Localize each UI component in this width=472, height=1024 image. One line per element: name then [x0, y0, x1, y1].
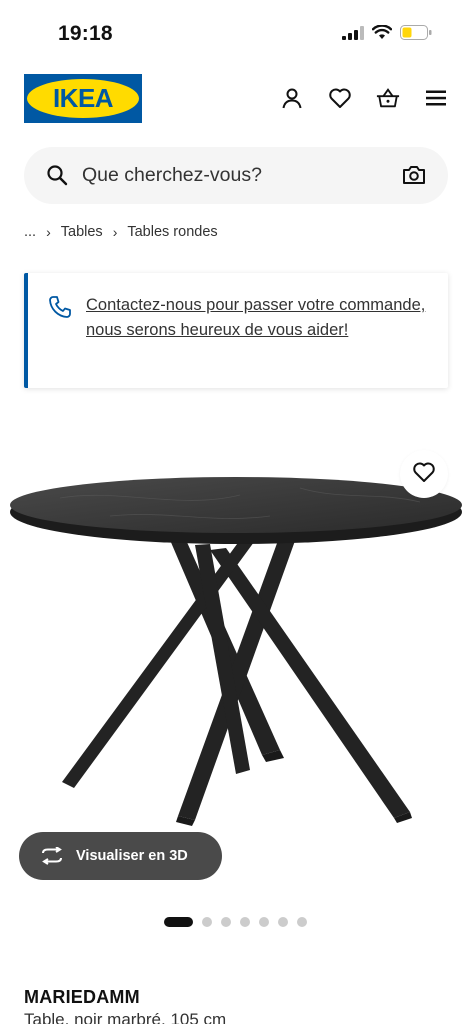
carousel-dots [164, 917, 307, 927]
carousel-dot[interactable] [221, 917, 231, 927]
product-description: Table, noir marbré, 105 cm [24, 1010, 227, 1024]
chevron-right-icon: › [46, 224, 51, 240]
signal-icon [342, 25, 364, 45]
wifi-icon [371, 24, 393, 45]
carousel-dot[interactable] [202, 917, 212, 927]
view-3d-button[interactable]: Visualiser en 3D [19, 832, 222, 880]
status-icons [342, 24, 432, 45]
product-name: MARIEDAMM [24, 987, 140, 1007]
heart-icon[interactable] [328, 86, 352, 110]
chevron-right-icon: › [112, 224, 118, 240]
carousel-dot[interactable] [297, 917, 307, 927]
breadcrumb-tables-rondes[interactable]: Tables rondes [127, 224, 217, 240]
header-icons [280, 86, 448, 110]
carousel-dot[interactable] [259, 917, 269, 927]
breadcrumb-tables[interactable]: Tables [61, 224, 103, 240]
rotate-3d-icon [42, 847, 62, 865]
account-icon[interactable] [280, 86, 304, 110]
phone-icon [48, 295, 72, 324]
status-bar: 19:18 [0, 0, 472, 70]
svg-text:IKEA: IKEA [53, 83, 114, 113]
basket-icon[interactable] [376, 86, 400, 110]
carousel-dot[interactable] [278, 917, 288, 927]
status-time: 19:18 [58, 22, 113, 45]
search-bar [24, 147, 448, 204]
product-image[interactable] [0, 440, 472, 860]
breadcrumb: ... › Tables › Tables rondes [24, 224, 218, 240]
menu-icon[interactable] [424, 86, 448, 110]
search-input[interactable] [82, 147, 382, 204]
contact-link[interactable]: Contactez-nous pour passer votre command… [86, 293, 431, 343]
camera-icon[interactable] [402, 164, 426, 191]
breadcrumb-ellipsis[interactable]: ... [24, 224, 36, 240]
add-to-favourites-button[interactable] [400, 450, 448, 498]
carousel-dot[interactable] [164, 917, 193, 927]
contact-card: Contactez-nous pour passer votre command… [24, 273, 448, 388]
view-3d-label: Visualiser en 3D [76, 848, 188, 864]
header: IKEA [24, 74, 448, 124]
carousel-dot[interactable] [240, 917, 250, 927]
ikea-logo[interactable]: IKEA [24, 74, 142, 123]
battery-icon [400, 25, 432, 45]
search-icon[interactable] [46, 164, 68, 191]
heart-icon [412, 461, 436, 488]
